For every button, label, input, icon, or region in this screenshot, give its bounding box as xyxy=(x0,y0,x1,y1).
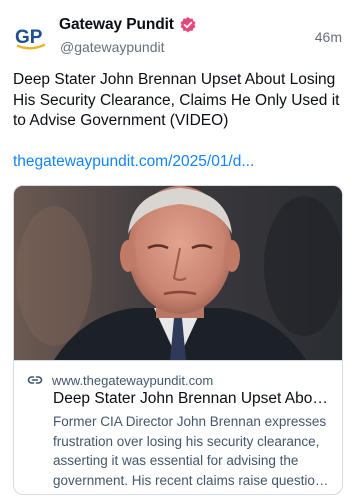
link-card-description: Former CIA Director John Brennan express… xyxy=(53,412,335,490)
link-card-body: www.thegatewaypundit.com Deep Stater Joh… xyxy=(14,360,342,494)
link-card-domain-row: www.thegatewaypundit.com xyxy=(27,372,213,388)
avatar[interactable]: GP xyxy=(12,17,50,55)
link-card-title[interactable]: Deep Stater John Brennan Upset About Los… xyxy=(53,390,335,408)
post-text: Deep Stater John Brennan Upset About Los… xyxy=(13,71,340,129)
author-display-name[interactable]: Gateway Pundit xyxy=(59,16,174,34)
gateway-pundit-logo-icon: GP xyxy=(15,27,46,50)
verified-badge-icon xyxy=(179,16,197,34)
link-card-description-line: frustration over losing his security cle… xyxy=(53,433,320,449)
link-card-domain: www.thegatewaypundit.com xyxy=(52,372,214,388)
post[interactable]: GP Gateway Pundit @gatewaypundit 46m Dee… xyxy=(0,0,356,500)
link-card-description-line: asserting it was essential for advising … xyxy=(53,453,299,468)
svg-text:GP: GP xyxy=(15,27,43,48)
link-icon xyxy=(27,372,43,388)
link-card-image[interactable] xyxy=(14,186,342,360)
post-link[interactable]: thegatewaypundit.com/2025/01/d... xyxy=(13,153,343,171)
link-card[interactable]: www.thegatewaypundit.com Deep Stater Joh… xyxy=(13,185,343,495)
link-card-description-line: government. His recent claims raise ques… xyxy=(53,472,335,488)
link-card-description-line: Former CIA Director John Brennan express… xyxy=(53,414,327,429)
author-name-row: Gateway Pundit xyxy=(59,16,197,34)
post-timestamp[interactable]: 46m xyxy=(315,29,342,45)
author-handle[interactable]: @gatewaypundit xyxy=(60,39,165,55)
